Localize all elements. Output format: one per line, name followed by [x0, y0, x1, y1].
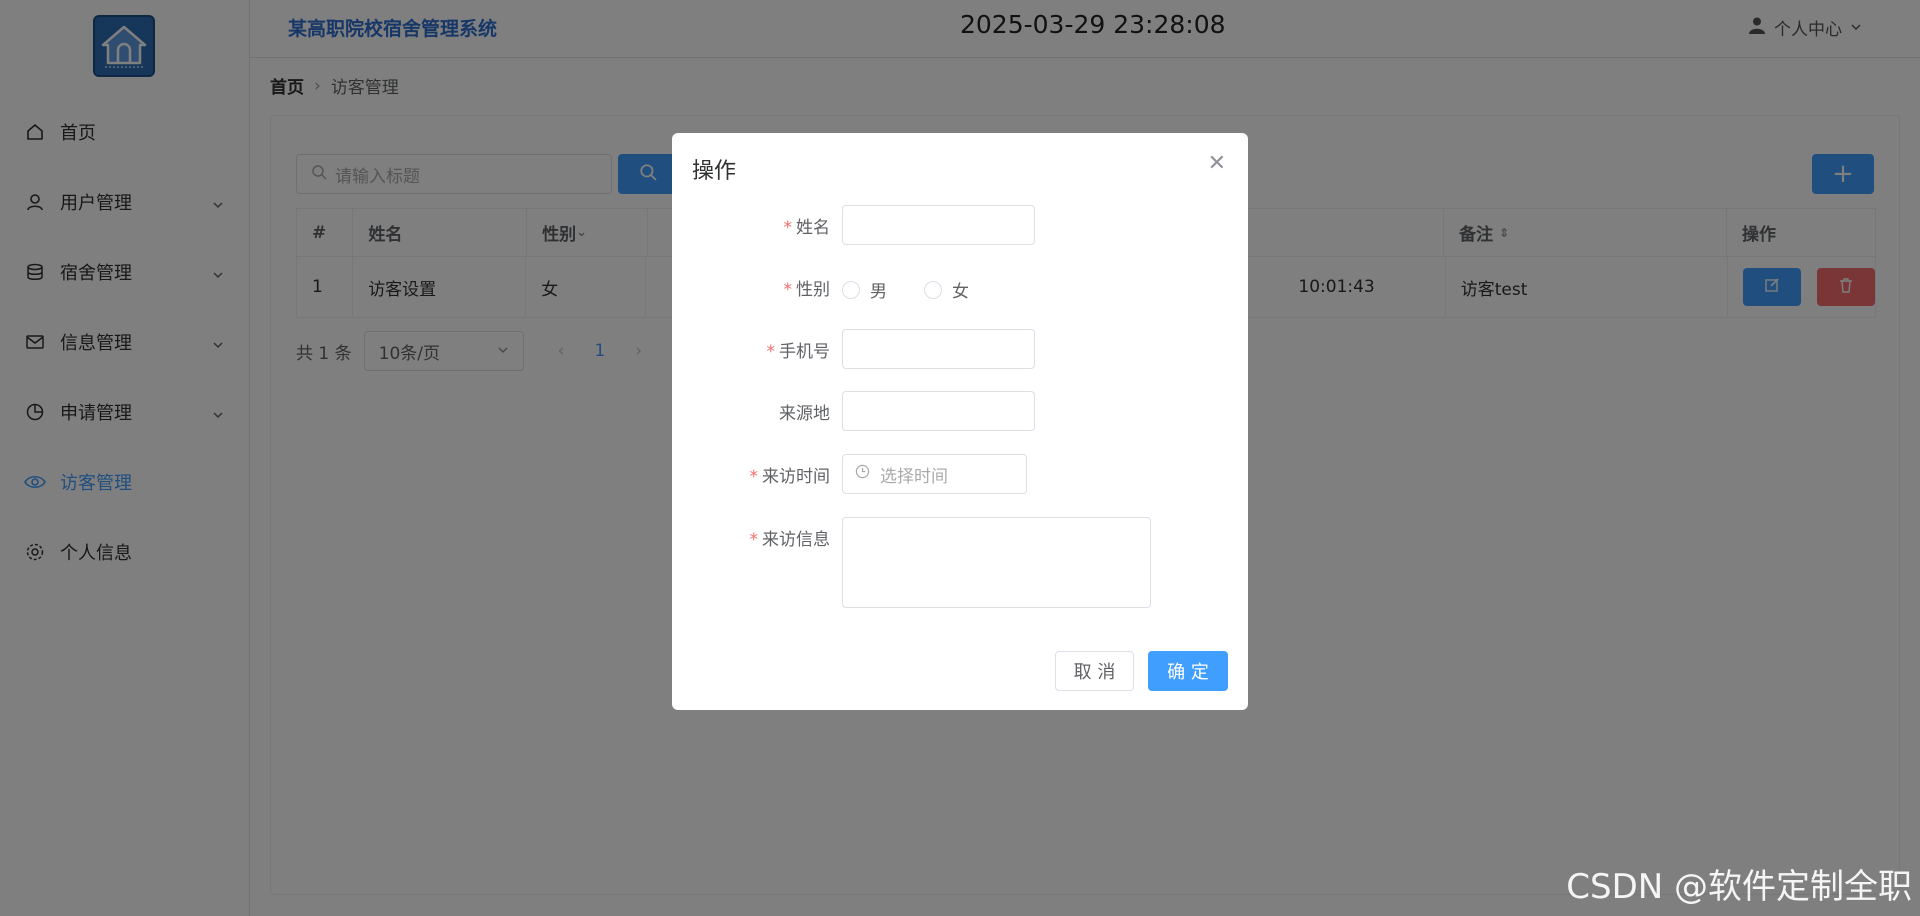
required-mark: *: [783, 218, 793, 238]
field-label: * 性别: [783, 280, 831, 300]
close-icon[interactable]: ✕: [1208, 151, 1226, 176]
watermark: CSDN @软件定制全职: [1566, 867, 1912, 907]
required-mark: *: [749, 467, 759, 487]
required-mark: *: [783, 280, 793, 300]
cancel-button[interactable]: 取 消: [1055, 651, 1134, 691]
clock-icon: [855, 464, 870, 484]
field-label: * 来访信息: [749, 530, 831, 550]
confirm-button[interactable]: 确 定: [1148, 651, 1228, 691]
required-mark: *: [766, 342, 776, 362]
name-field[interactable]: [842, 205, 1035, 245]
gender-radio-female[interactable]: 女: [924, 277, 969, 302]
field-label: 来源地: [779, 404, 830, 424]
field-label: * 来访时间: [749, 467, 831, 487]
field-label: * 手机号: [766, 342, 831, 362]
required-mark: *: [749, 530, 759, 550]
date-placeholder: 选择时间: [880, 466, 948, 487]
field-label: * 姓名: [783, 218, 831, 238]
dialog-title: 操作: [692, 159, 737, 184]
operation-dialog: 操作 ✕ * 姓名 * 性别 男 女 * 手机号 来源地 * 来访时间 选择时间 * 来访…: [672, 133, 1248, 710]
gender-radio-male[interactable]: 男: [842, 277, 887, 302]
origin-field[interactable]: [842, 391, 1035, 431]
radio-label: 男: [870, 282, 887, 302]
visit-info-textarea[interactable]: [842, 517, 1151, 608]
phone-field[interactable]: [842, 329, 1035, 369]
radio-circle: [924, 280, 942, 299]
radio-circle: [842, 280, 860, 299]
radio-label: 女: [952, 282, 969, 302]
visit-time-picker[interactable]: 选择时间: [842, 454, 1027, 494]
